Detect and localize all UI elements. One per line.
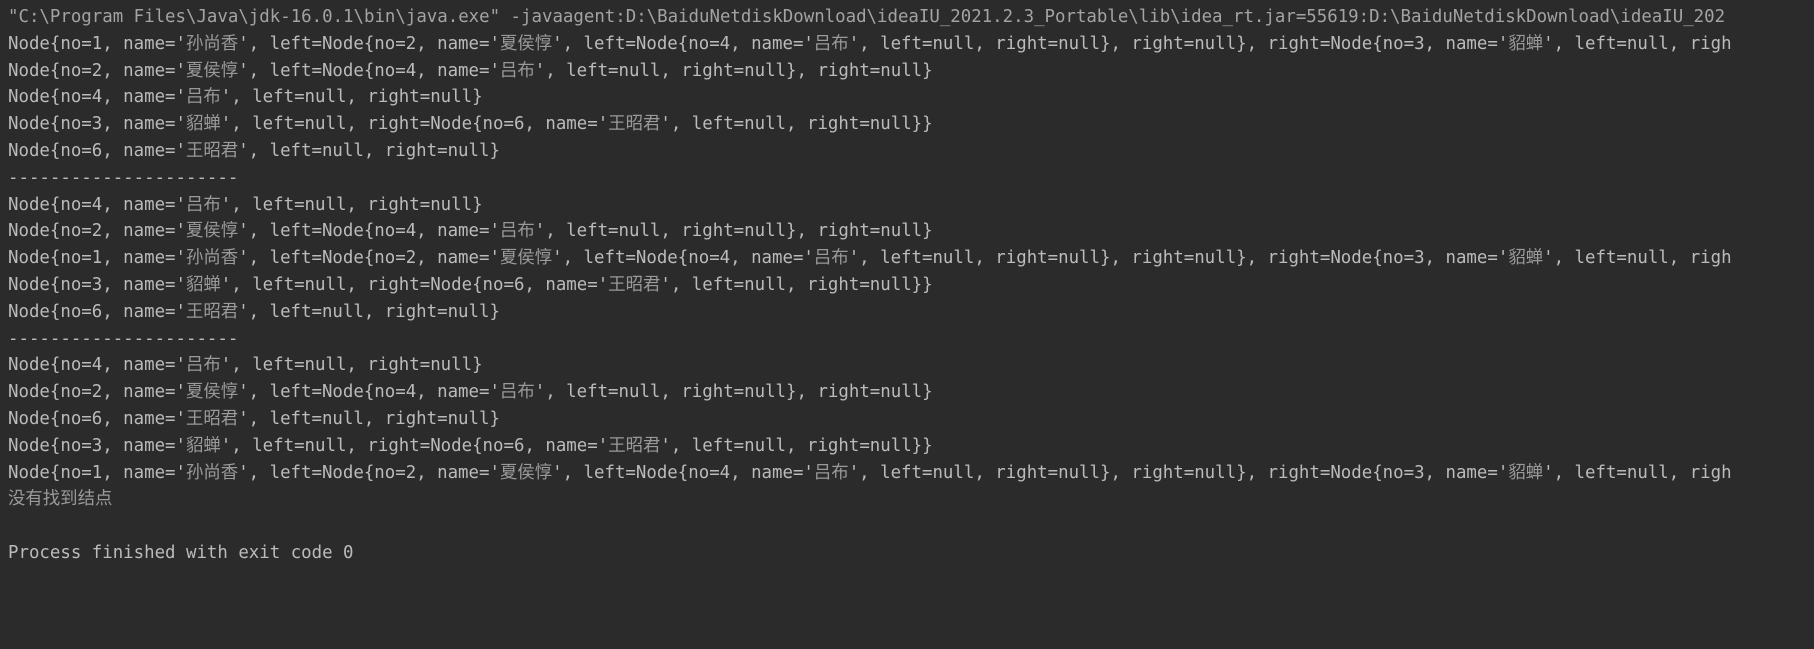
console-status-line: Process finished with exit code 0 xyxy=(8,542,354,563)
cjk-text: 王昭君 xyxy=(186,140,239,161)
console-output-line: Node{no=3, name='貂蝉', left=null, right=N… xyxy=(8,274,933,295)
console-output-line: Node{no=1, name='孙尚香', left=Node{no=2, n… xyxy=(8,248,1732,269)
console-output-line: Node{no=2, name='夏侯惇', left=Node{no=4, n… xyxy=(8,221,933,242)
console-output-line: Node{no=1, name='孙尚香', left=Node{no=2, n… xyxy=(8,462,1732,483)
console-command-line: "C:\Program Files\Java\jdk-16.0.1\bin\ja… xyxy=(8,7,1726,27)
cjk-text: 王昭君 xyxy=(186,408,239,429)
console-output-line: 没有找到结点 xyxy=(0,486,1814,513)
cjk-text: 吕布 xyxy=(186,194,221,215)
console-output-line: Node{no=4, name='吕布', left=null, right=n… xyxy=(8,87,483,108)
cjk-text: 吕布 xyxy=(813,462,849,483)
console-output-line: Node{no=1, name='孙尚香', left=Node{no=2, n… xyxy=(8,33,1732,54)
cjk-text: 吕布 xyxy=(499,60,535,81)
cjk-text: 夏侯惇 xyxy=(186,382,239,403)
cjk-text: 吕布 xyxy=(186,355,221,376)
cjk-text: 吕布 xyxy=(813,248,849,269)
cjk-text: 王昭君 xyxy=(608,435,661,456)
cjk-text: 吕布 xyxy=(186,87,221,108)
console-output-line: Node{no=3, name='貂蝉', left=null, right=N… xyxy=(8,435,933,456)
cjk-text: 孙尚香 xyxy=(186,462,239,483)
cjk-text: 吕布 xyxy=(499,221,535,242)
cjk-text: 夏侯惇 xyxy=(186,60,239,81)
cjk-text: 夏侯惇 xyxy=(499,33,553,54)
cjk-text: 孙尚香 xyxy=(186,33,239,54)
cjk-text: 夏侯惇 xyxy=(499,248,553,269)
cjk-text: 貂蝉 xyxy=(186,435,221,456)
cjk-text: 夏侯惇 xyxy=(186,221,239,242)
cjk-text: 貂蝉 xyxy=(186,274,221,295)
console-output-line: Node{no=3, name='貂蝉', left=null, right=N… xyxy=(8,114,933,135)
console-output-line: Node{no=2, name='夏侯惇', left=Node{no=4, n… xyxy=(8,60,933,81)
cjk-text: 夏侯惇 xyxy=(499,462,553,483)
cjk-text: 貂蝉 xyxy=(186,114,221,135)
cjk-text: 貂蝉 xyxy=(1508,462,1544,483)
console-separator-line: ---------------------- xyxy=(8,328,239,349)
cjk-text: 王昭君 xyxy=(608,274,661,295)
cjk-text: 王昭君 xyxy=(186,301,239,322)
console-output-line: Node{no=4, name='吕布', left=null, right=n… xyxy=(8,194,483,215)
cjk-text: 貂蝉 xyxy=(1508,33,1544,54)
cjk-text: 孙尚香 xyxy=(186,248,239,269)
console-output-line: Node{no=2, name='夏侯惇', left=Node{no=4, n… xyxy=(8,382,933,403)
cjk-text: 吕布 xyxy=(813,33,849,54)
cjk-text: 貂蝉 xyxy=(1508,248,1544,269)
cjk-text: 没有找到结点 xyxy=(8,489,113,510)
cjk-text: 吕布 xyxy=(499,382,535,403)
cjk-text: 王昭君 xyxy=(608,114,661,135)
console-separator-line: ---------------------- xyxy=(8,167,239,188)
console-output-line: Node{no=6, name='王昭君', left=null, right=… xyxy=(8,301,500,322)
console-output-panel[interactable]: "C:\Program Files\Java\jdk-16.0.1\bin\ja… xyxy=(0,0,1814,649)
console-output-line: Node{no=4, name='吕布', left=null, right=n… xyxy=(8,355,483,376)
console-output-line: Node{no=6, name='王昭君', left=null, right=… xyxy=(8,140,500,161)
console-output-line: Node{no=6, name='王昭君', left=null, right=… xyxy=(8,408,500,429)
